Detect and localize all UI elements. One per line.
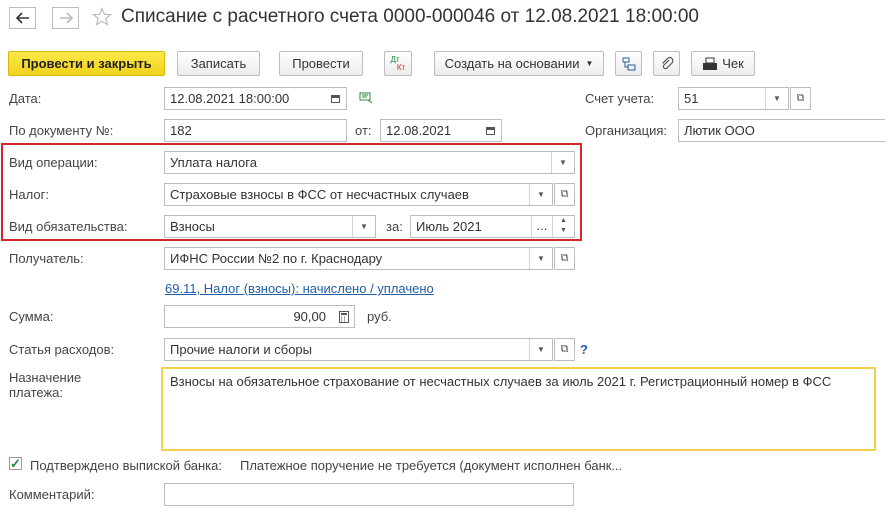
create-based-on-label: Создать на основании: [444, 56, 580, 71]
purpose-textarea[interactable]: Взносы на обязательное страхование от не…: [161, 367, 876, 451]
edit-history-icon[interactable]: [359, 92, 373, 107]
back-button[interactable]: [9, 7, 36, 29]
date-value: 12.08.2021 18:00:00: [170, 91, 290, 106]
purpose-label-line1: Назначение: [9, 370, 82, 385]
structure-button[interactable]: [615, 51, 642, 76]
post-button[interactable]: Провести: [279, 51, 363, 76]
expense-value: Прочие налоги и сборы: [170, 342, 313, 357]
from-label: от:: [355, 123, 372, 138]
chevron-down-icon[interactable]: ▼: [529, 184, 552, 205]
chevron-down-icon[interactable]: ▼: [551, 152, 574, 173]
operation-type-field[interactable]: Уплата налога ▼: [164, 151, 575, 174]
account-link[interactable]: 69.11, Налог (взносы): начислено / уплач…: [165, 281, 434, 296]
operation-type-label: Вид операции:: [9, 155, 98, 170]
favorite-button[interactable]: [91, 6, 113, 30]
doc-number-field[interactable]: 182: [164, 119, 347, 142]
checkmark-icon: ✓: [10, 455, 21, 471]
star-icon: [91, 6, 113, 26]
chevron-down-icon[interactable]: ▼: [529, 339, 552, 360]
cheque-button[interactable]: Чек: [691, 51, 755, 76]
account-label: Счет учета:: [585, 91, 655, 106]
open-icon: ⧉: [560, 252, 569, 264]
recipient-label: Получатель:: [9, 251, 84, 266]
paperclip-icon: [661, 56, 674, 69]
calendar-icon[interactable]: [480, 120, 501, 141]
confirmed-label: Подтверждено выпиской банка:: [30, 458, 222, 473]
calendar-icon[interactable]: [325, 88, 346, 109]
open-recipient-button[interactable]: ⧉: [554, 247, 575, 270]
obligation-field[interactable]: Взносы ▼: [164, 215, 376, 238]
dt-kt-icon-bottom: Кт: [396, 62, 406, 72]
organization-field[interactable]: Лютик ООО: [678, 119, 885, 142]
organization-label: Организация:: [585, 123, 668, 138]
doc-number-label: По документу №:: [9, 123, 114, 138]
page-title: Списание с расчетного счета 0000-000046 …: [121, 6, 699, 27]
cash-register-icon: [703, 57, 718, 70]
date-label: Дата:: [9, 91, 42, 106]
account-value: 51: [684, 91, 699, 106]
hierarchy-icon: [622, 57, 635, 70]
confirmed-checkbox[interactable]: ✓: [9, 455, 22, 471]
purpose-label-line2: платежа:: [9, 385, 63, 400]
calculator-icon[interactable]: [333, 306, 354, 327]
post-and-close-button[interactable]: Провести и закрыть: [8, 51, 165, 76]
chevron-down-icon[interactable]: ▼: [529, 248, 552, 269]
forward-button[interactable]: [52, 7, 79, 29]
open-expense-button[interactable]: ⧉: [554, 338, 575, 361]
chevron-down-icon[interactable]: ▼: [352, 216, 375, 237]
help-icon[interactable]: ?: [580, 342, 588, 357]
expense-label: Статья расходов:: [9, 342, 115, 357]
period-for-label: за:: [386, 219, 403, 234]
account-field[interactable]: 51 ▼: [678, 87, 789, 110]
tax-value: Страховые взносы в ФСС от несчастных слу…: [170, 187, 469, 202]
open-icon: ⧉: [796, 92, 805, 104]
recipient-field[interactable]: ИФНС России №2 по г. Краснодару ▼: [164, 247, 553, 270]
create-based-on-button[interactable]: Создать на основании ▼: [434, 51, 604, 76]
comment-field[interactable]: [164, 483, 574, 506]
dt-kt-button[interactable]: Дт Кт: [384, 51, 412, 76]
operation-type-value: Уплата налога: [170, 155, 257, 170]
sum-label: Сумма:: [9, 309, 54, 324]
open-icon: ⧉: [560, 188, 569, 200]
payment-order-status: Платежное поручение не требуется (докуме…: [240, 458, 623, 473]
period-field[interactable]: Июль 2021 ... ▲ ▼: [410, 215, 575, 238]
obligation-label: Вид обязательства:: [9, 219, 128, 234]
currency-label: руб.: [367, 309, 392, 324]
recipient-value: ИФНС России №2 по г. Краснодару: [170, 251, 383, 266]
sum-value: 90,00: [293, 309, 326, 324]
tax-field[interactable]: Страховые взносы в ФСС от несчастных слу…: [164, 183, 553, 206]
open-tax-button[interactable]: ⧉: [554, 183, 575, 206]
tax-label: Налог:: [9, 187, 49, 202]
comment-label: Комментарий:: [9, 487, 95, 502]
from-date-value: 12.08.2021: [386, 123, 452, 138]
period-spinner[interactable]: ▲ ▼: [552, 216, 574, 237]
chevron-down-icon[interactable]: ▼: [765, 88, 788, 109]
save-button[interactable]: Записать: [177, 51, 260, 76]
chevron-down-icon: ▼: [585, 59, 594, 68]
select-period-button[interactable]: ...: [531, 216, 552, 237]
from-date-field[interactable]: 12.08.2021: [380, 119, 502, 142]
open-account-button[interactable]: ⧉: [790, 87, 811, 110]
obligation-value: Взносы: [170, 219, 215, 234]
sum-field[interactable]: 90,00: [164, 305, 355, 328]
date-field[interactable]: 12.08.2021 18:00:00: [164, 87, 347, 110]
expense-field[interactable]: Прочие налоги и сборы ▼: [164, 338, 553, 361]
arrow-left-icon: [15, 12, 29, 24]
organization-value: Лютик ООО: [684, 123, 755, 138]
arrow-right-icon: [59, 12, 73, 24]
cheque-label: Чек: [722, 56, 744, 71]
attach-button[interactable]: [653, 51, 680, 76]
doc-number-value: 182: [170, 123, 192, 138]
period-value: Июль 2021: [416, 219, 482, 234]
open-icon: ⧉: [560, 343, 569, 355]
